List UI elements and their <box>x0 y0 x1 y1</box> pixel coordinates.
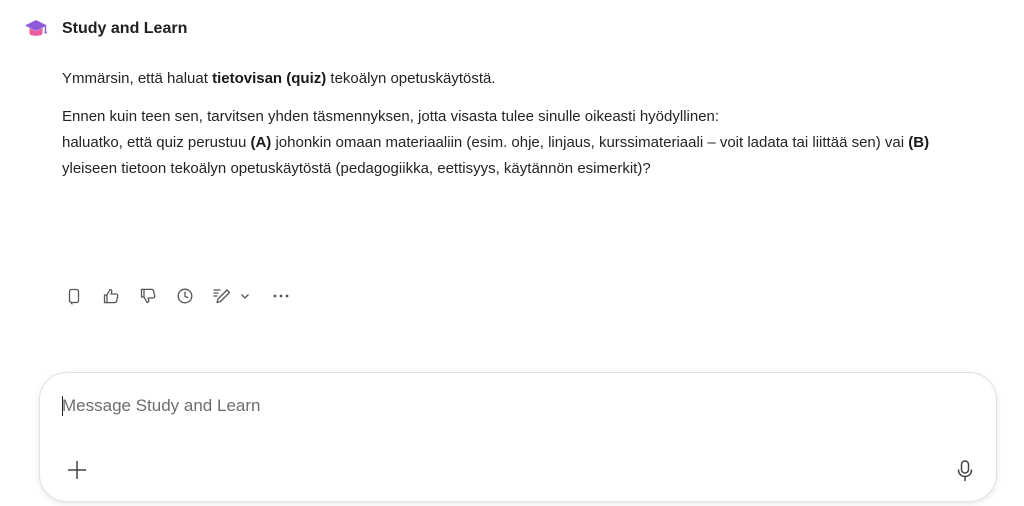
text-segment: yleiseen tietoon tekoälyn opetuskäytöstä… <box>62 160 651 177</box>
message-actions <box>62 284 306 308</box>
text-caret <box>62 396 63 416</box>
copy-icon[interactable] <box>62 284 86 308</box>
graduation-cap-icon <box>24 17 48 41</box>
text-segment: johonkin omaan materiaaliin (esim. ohje,… <box>271 134 909 151</box>
history-icon[interactable] <box>173 284 197 308</box>
text-segment: haluatko, että quiz perustuu <box>62 134 251 151</box>
thumbs-up-icon[interactable] <box>99 284 123 308</box>
assistant-message: Ymmärsin, että haluat tietovisan (quiz) … <box>62 66 982 182</box>
microphone-icon[interactable] <box>952 457 978 485</box>
message-input[interactable] <box>62 393 962 419</box>
bold-text: tietovisan (quiz) <box>212 70 327 87</box>
chat-title: Study and Learn <box>62 20 188 37</box>
plus-icon[interactable] <box>64 457 90 483</box>
text-segment: Ennen kuin teen sen, tarvitsen yhden täs… <box>62 108 720 125</box>
chevron-down-icon[interactable] <box>238 284 252 308</box>
text-segment: Ymmärsin, että haluat <box>62 70 213 87</box>
message-composer <box>39 372 997 502</box>
text-segment: tekoälyn opetuskäytöstä. <box>326 70 496 87</box>
edit-icon[interactable] <box>210 284 234 308</box>
message-paragraph-1: Ymmärsin, että haluat tietovisan (quiz) … <box>62 66 982 92</box>
more-icon[interactable] <box>269 284 293 308</box>
chat-header: Study and Learn <box>24 17 187 41</box>
message-paragraph-2: Ennen kuin teen sen, tarvitsen yhden täs… <box>62 104 982 182</box>
bold-text: (A) <box>250 134 272 151</box>
bold-text: (B) <box>908 134 930 151</box>
thumbs-down-icon[interactable] <box>136 284 160 308</box>
